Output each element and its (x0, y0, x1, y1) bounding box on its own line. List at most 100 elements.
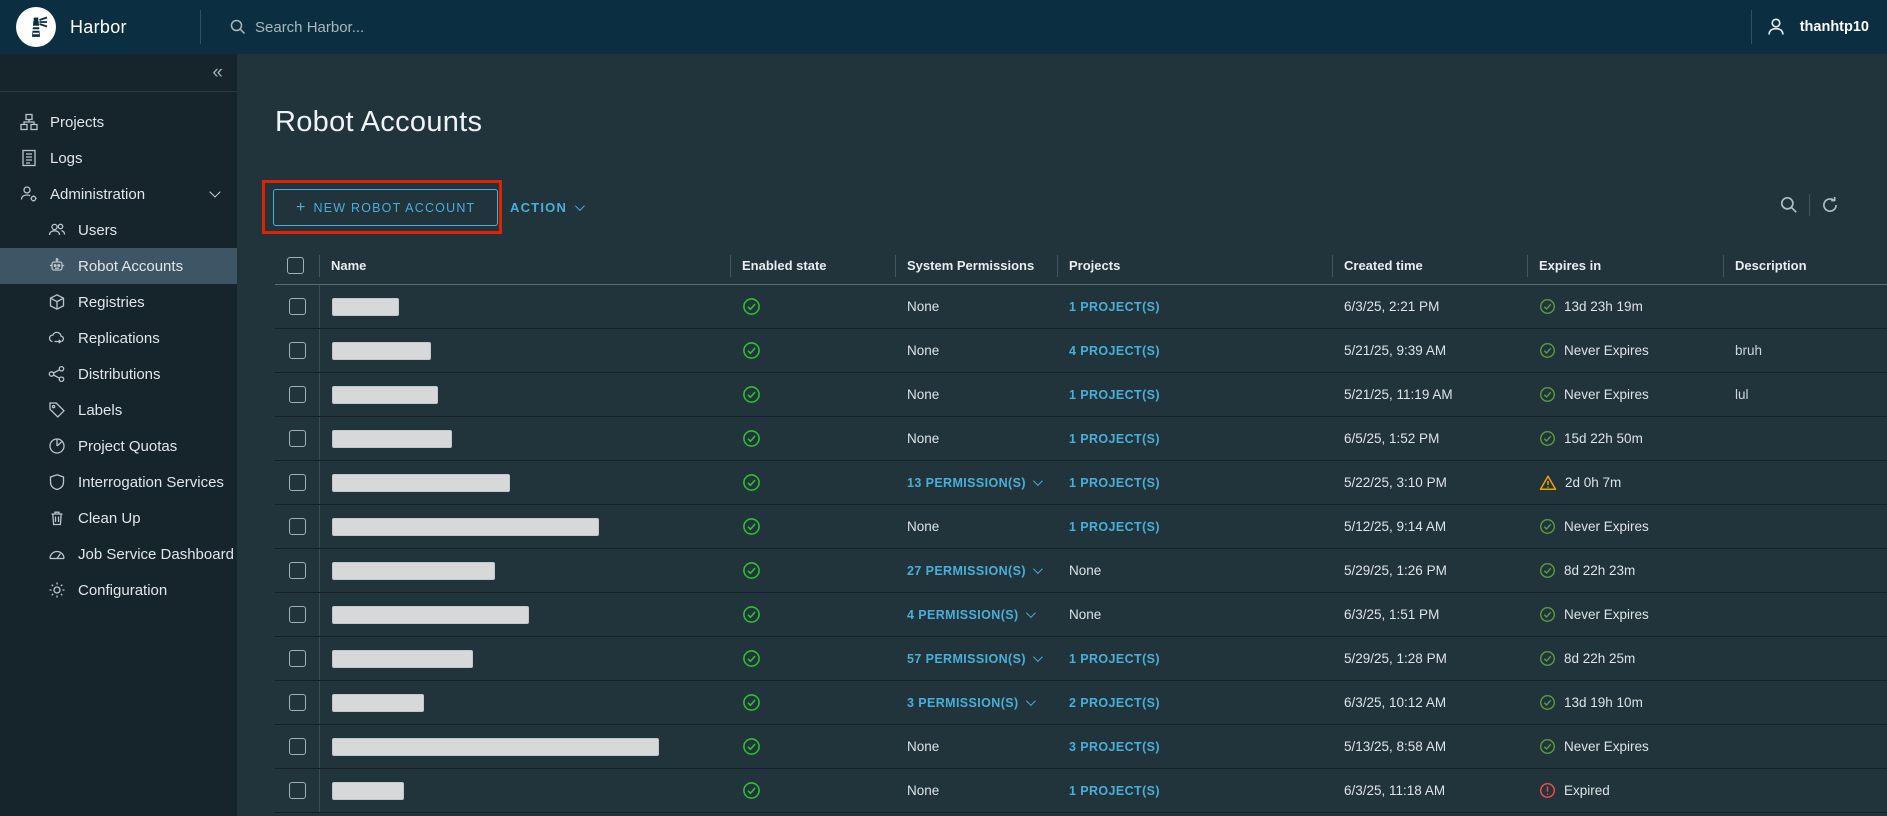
projects-link[interactable]: 3 PROJECT(S) (1069, 740, 1160, 754)
column-header-name[interactable]: Name (319, 247, 730, 284)
created-time: 5/21/25, 9:39 AM (1332, 329, 1527, 372)
projects-link[interactable]: 4 PROJECT(S) (1069, 344, 1160, 358)
projects-link[interactable]: None (1069, 563, 1101, 578)
table-row[interactable]: None 1 PROJECT(S) 6/3/25, 2:21 PM 13d 23… (275, 285, 1887, 329)
username-menu[interactable]: thanhtp10 (1800, 19, 1869, 35)
row-checkbox[interactable] (289, 606, 306, 623)
table-row[interactable]: 4 PERMISSION(S) None 6/3/25, 1:51 PM Nev… (275, 593, 1887, 637)
projects-link[interactable]: 1 PROJECT(S) (1069, 520, 1160, 534)
enabled-check-icon (742, 297, 761, 316)
expires-text: 8d 22h 23m (1564, 563, 1635, 578)
chevron-down-icon (1033, 564, 1043, 574)
row-checkbox[interactable] (289, 474, 306, 491)
sidebar-item-label: Project Quotas (78, 438, 177, 455)
sidebar-item-users[interactable]: Users (0, 212, 237, 248)
projects-link[interactable]: 1 PROJECT(S) (1069, 476, 1160, 490)
plus-icon: + (296, 199, 307, 217)
sidebar-item-job-service-dashboard[interactable]: Job Service Dashboard (0, 536, 237, 572)
permissions-value[interactable]: None (907, 343, 939, 358)
permissions-value[interactable]: None (907, 783, 939, 798)
refresh-icon[interactable] (1820, 195, 1840, 215)
column-header-projects[interactable]: Projects (1057, 247, 1332, 284)
permissions-value[interactable]: 3 PERMISSION(S) (907, 696, 1033, 710)
sidebar-item-replications[interactable]: Replications (0, 320, 237, 356)
sidebar-item-logs[interactable]: Logs (0, 140, 237, 176)
table-row[interactable]: 27 PERMISSION(S) None 5/29/25, 1:26 PM 8… (275, 549, 1887, 593)
permissions-value[interactable]: None (907, 519, 939, 534)
sidebar-item-interrogation-services[interactable]: Interrogation Services (0, 464, 237, 500)
row-checkbox[interactable] (289, 694, 306, 711)
projects-link[interactable]: 1 PROJECT(S) (1069, 300, 1160, 314)
sidebar-item-projects[interactable]: Projects (0, 104, 237, 140)
sidebar-item-registries[interactable]: Registries (0, 284, 237, 320)
row-checkbox[interactable] (289, 342, 306, 359)
column-header-created[interactable]: Created time (1332, 247, 1527, 284)
permissions-value[interactable]: None (907, 299, 939, 314)
row-checkbox[interactable] (289, 782, 306, 799)
row-checkbox[interactable] (289, 562, 306, 579)
search-input[interactable] (255, 19, 675, 36)
table-row[interactable]: None 1 PROJECT(S) 5/12/25, 9:14 AM Never… (275, 505, 1887, 549)
projects-link[interactable]: 1 PROJECT(S) (1069, 652, 1160, 666)
projects-link[interactable]: 2 PROJECT(S) (1069, 696, 1160, 710)
projects-link[interactable]: None (1069, 607, 1101, 622)
sidebar-item-labels[interactable]: Labels (0, 392, 237, 428)
new-robot-account-button[interactable]: + NEW ROBOT ACCOUNT (273, 189, 498, 226)
configuration-icon (48, 581, 66, 599)
table-row[interactable]: None 1 PROJECT(S) 6/5/25, 1:52 PM 15d 22… (275, 417, 1887, 461)
row-checkbox[interactable] (289, 430, 306, 447)
name-redacted-block (332, 694, 424, 712)
table-row[interactable]: None 3 PROJECT(S) 5/13/25, 8:58 AM Never… (275, 725, 1887, 769)
table-search-icon[interactable] (1779, 195, 1799, 215)
permissions-value[interactable]: None (907, 431, 939, 446)
table-row[interactable]: None 1 PROJECT(S) 6/3/25, 11:18 AM Expir… (275, 769, 1887, 813)
projects-link[interactable]: 1 PROJECT(S) (1069, 784, 1160, 798)
projects-link[interactable]: 1 PROJECT(S) (1069, 432, 1160, 446)
sidebar-item-label: Distributions (78, 366, 161, 383)
permissions-value[interactable]: 13 PERMISSION(S) (907, 476, 1040, 490)
select-all-checkbox[interactable] (287, 257, 304, 274)
row-checkbox[interactable] (289, 518, 306, 535)
enabled-state-cell (730, 681, 895, 724)
row-checkbox[interactable] (289, 650, 306, 667)
permissions-text: 13 PERMISSION(S) (907, 476, 1026, 490)
permissions-text: None (907, 343, 939, 358)
sidebar-item-administration[interactable]: Administration (0, 176, 237, 212)
sidebar-item-distributions[interactable]: Distributions (0, 356, 237, 392)
search-icon (229, 18, 247, 36)
permissions-value[interactable]: None (907, 387, 939, 402)
project-quotas-icon (48, 437, 66, 455)
table-row[interactable]: 3 PERMISSION(S) 2 PROJECT(S) 6/3/25, 10:… (275, 681, 1887, 725)
permissions-value[interactable]: 57 PERMISSION(S) (907, 652, 1040, 666)
column-header-enabled[interactable]: Enabled state (730, 247, 895, 284)
permissions-value[interactable]: 4 PERMISSION(S) (907, 608, 1033, 622)
column-header-permissions[interactable]: System Permissions (895, 247, 1057, 284)
sidebar-item-clean-up[interactable]: Clean Up (0, 500, 237, 536)
created-time: 6/3/25, 10:12 AM (1332, 681, 1527, 724)
action-dropdown-button[interactable]: ACTION (510, 189, 582, 226)
expires-ok-icon (1539, 430, 1556, 447)
global-search[interactable] (229, 18, 1751, 36)
name-redacted-block (332, 650, 473, 668)
table-row[interactable]: 13 PERMISSION(S) 1 PROJECT(S) 5/22/25, 3… (275, 461, 1887, 505)
permissions-value[interactable]: 27 PERMISSION(S) (907, 564, 1040, 578)
sidebar-item-configuration[interactable]: Configuration (0, 572, 237, 608)
expires-warning-icon (1539, 474, 1557, 492)
sidebar-item-robot-accounts[interactable]: Robot Accounts (0, 248, 237, 284)
permissions-value[interactable]: None (907, 739, 939, 754)
table-row[interactable]: None 1 PROJECT(S) 5/21/25, 11:19 AM Neve… (275, 373, 1887, 417)
table-row[interactable]: 57 PERMISSION(S) 1 PROJECT(S) 5/29/25, 1… (275, 637, 1887, 681)
column-header-expires[interactable]: Expires in (1527, 247, 1723, 284)
row-checkbox[interactable] (289, 298, 306, 315)
distributions-icon (48, 365, 66, 383)
column-header-description[interactable]: Description (1723, 247, 1887, 284)
projects-link[interactable]: 1 PROJECT(S) (1069, 388, 1160, 402)
sidebar-item-project-quotas[interactable]: Project Quotas (0, 428, 237, 464)
row-checkbox[interactable] (289, 738, 306, 755)
main-content: Robot Accounts + NEW ROBOT ACCOUNT ACTIO… (237, 54, 1887, 816)
brand-block[interactable]: Harbor (0, 7, 200, 47)
sidebar-collapse-icon[interactable]: « (212, 63, 223, 82)
row-checkbox[interactable] (289, 386, 306, 403)
description-text (1723, 725, 1887, 768)
table-row[interactable]: None 4 PROJECT(S) 5/21/25, 9:39 AM Never… (275, 329, 1887, 373)
